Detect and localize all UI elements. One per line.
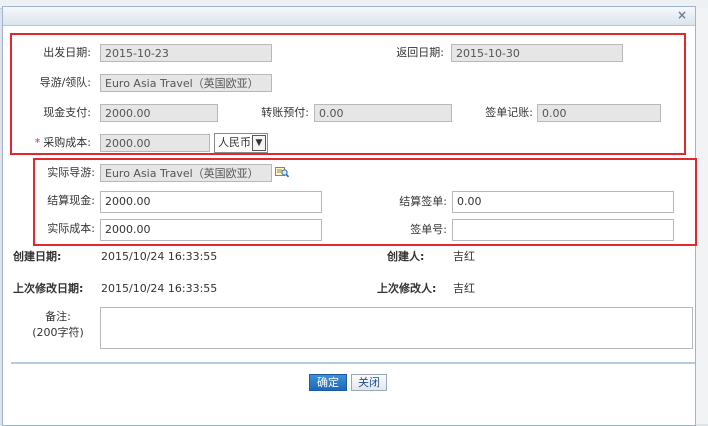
remark-textarea[interactable]	[100, 307, 693, 349]
remark-limit-label: (200字符)	[32, 326, 84, 339]
close-icon[interactable]: ×	[675, 8, 689, 22]
highlight-box-settlement	[33, 158, 697, 246]
dialog-titlebar: ×	[3, 7, 695, 26]
highlight-box-plan	[10, 33, 686, 155]
creator-value: 吉红	[453, 250, 475, 263]
modified-date-label: 上次修改日期:	[13, 282, 84, 295]
creator-label: 创建人:	[387, 250, 425, 263]
created-date-label: 创建日期:	[13, 250, 62, 263]
modified-date-value: 2015/10/24 16:33:55	[101, 282, 218, 295]
edit-cost-dialog: × 出发日期: 2015-10-23 返回日期: 2015-10-30 导游/领…	[2, 6, 697, 426]
modifier-label: 上次修改人:	[377, 282, 437, 295]
footer-divider	[11, 362, 695, 364]
close-button[interactable]: 关闭	[351, 374, 387, 391]
created-date-value: 2015/10/24 16:33:55	[101, 250, 218, 263]
confirm-button[interactable]: 确定	[309, 374, 347, 391]
modifier-value: 吉红	[453, 282, 475, 295]
